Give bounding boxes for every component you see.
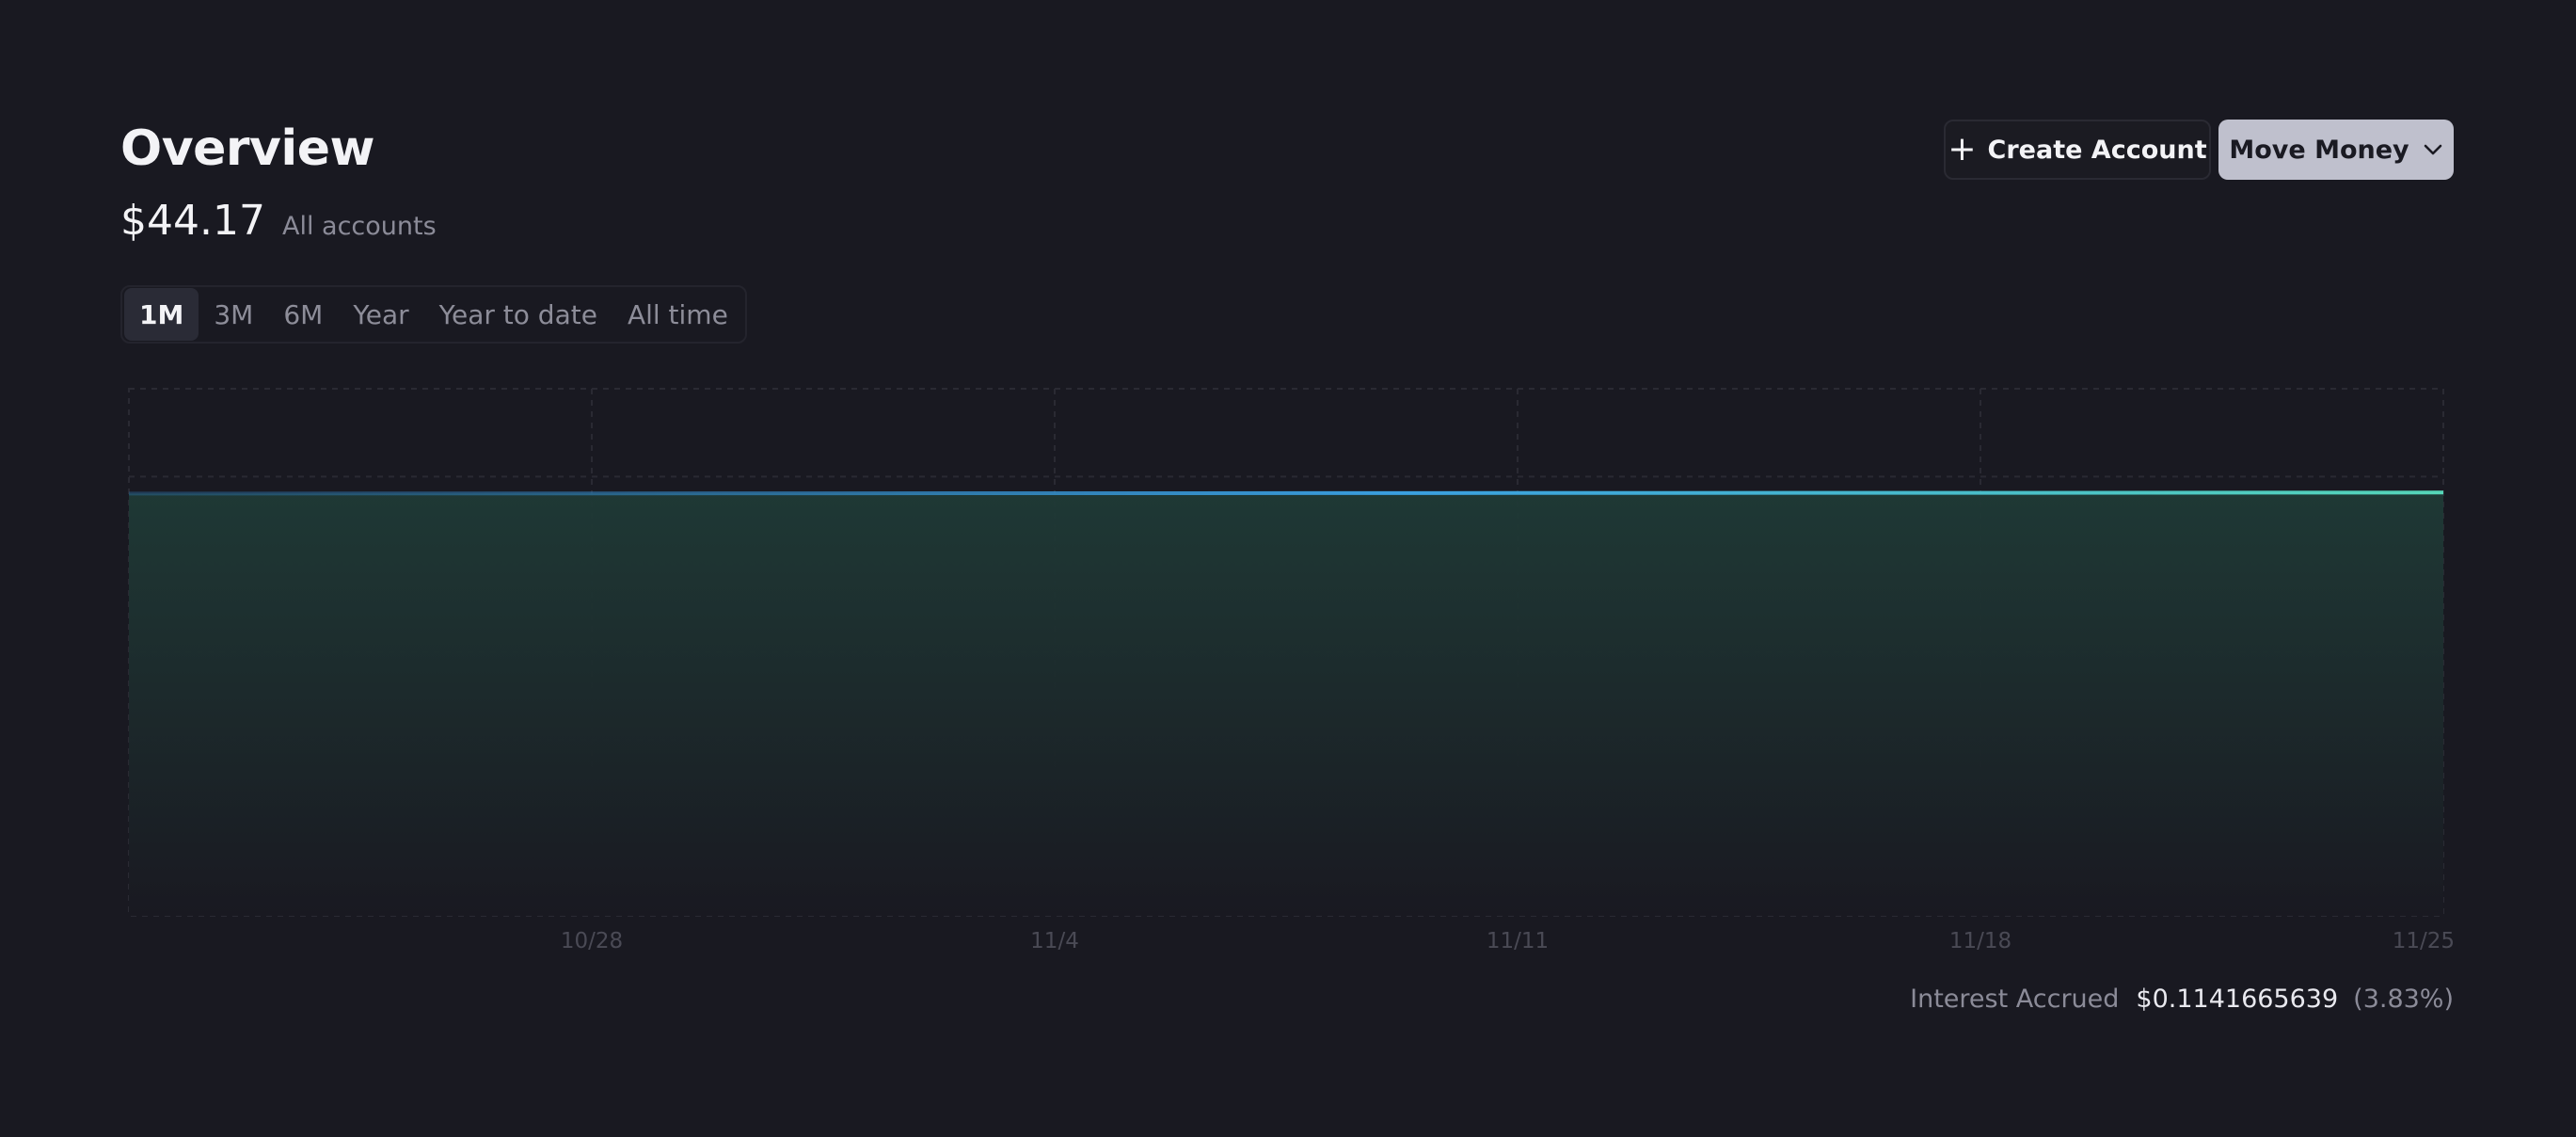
x-axis-ticks: 10/28 11/4 11/11 11/18 11/25	[561, 929, 2455, 953]
x-tick-label: 11/18	[1949, 929, 2012, 953]
interest-value: $0.1141665639	[2136, 985, 2339, 1014]
chart-series-line	[128, 490, 2444, 496]
interest-accrued: Interest Accrued $0.1141665639 (3.83%)	[1910, 985, 2454, 1014]
x-tick-label: 11/11	[1487, 929, 1549, 953]
chart-area-fill	[129, 492, 2443, 916]
x-tick-label: 11/4	[1030, 929, 1079, 953]
interest-label: Interest Accrued	[1910, 985, 2120, 1014]
interest-percent: (3.83%)	[2353, 985, 2454, 1014]
x-tick-label: 10/28	[561, 929, 623, 953]
overview-page: Overview $44.17 All accounts + Create Ac…	[0, 0, 2576, 1137]
balance-chart: 10/28 11/4 11/11 11/18 11/25	[128, 388, 2455, 953]
x-tick-label: 11/25	[2393, 929, 2455, 953]
